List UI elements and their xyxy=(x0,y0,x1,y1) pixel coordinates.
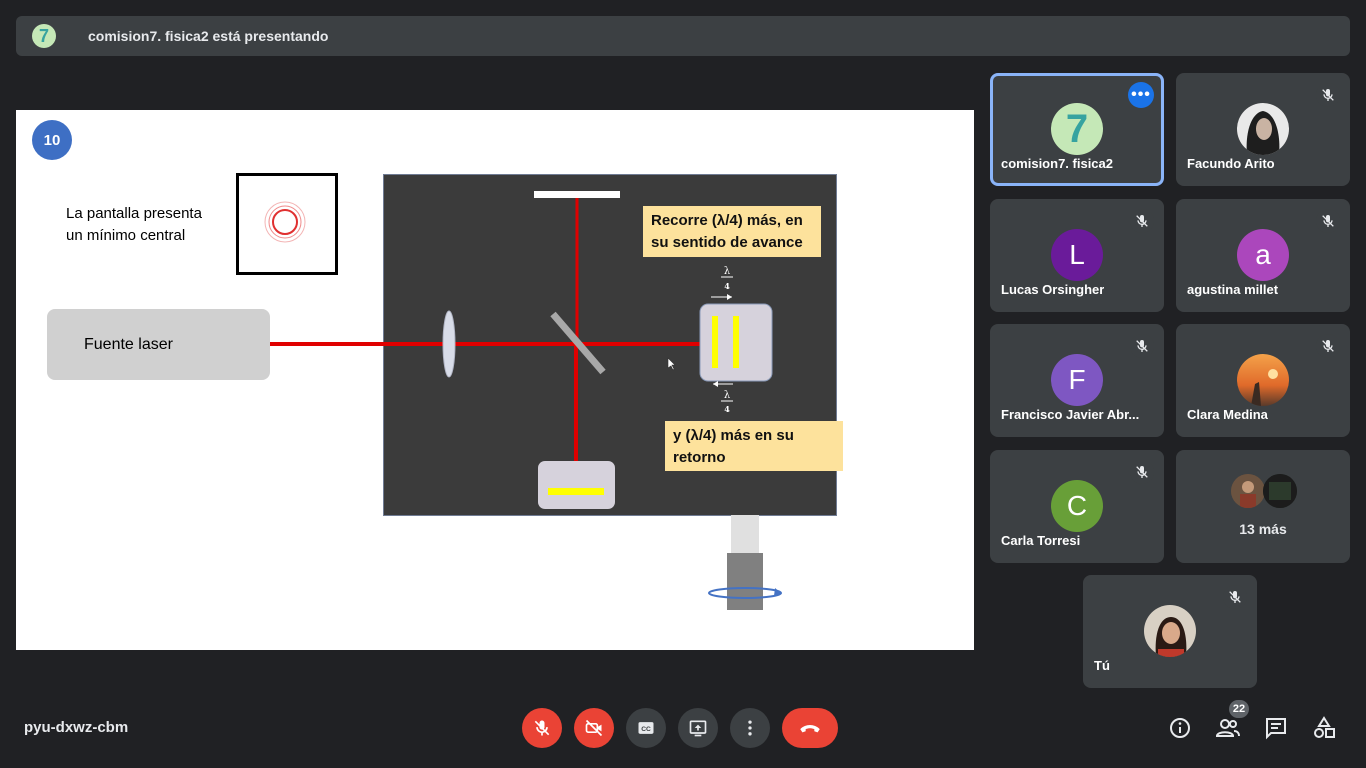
participant-tile-carla[interactable]: C Carla Torresi xyxy=(990,450,1164,563)
mic-off-icon xyxy=(1223,585,1247,609)
participant-name: agustina millet xyxy=(1187,282,1279,297)
bottom-mirror xyxy=(548,488,604,495)
lambda-bottom-den: 4 xyxy=(724,404,730,414)
lambda-top-num: λ xyxy=(724,266,731,277)
presenting-text: comision7. fisica2 está presentando xyxy=(88,28,329,44)
lambda-bottom-num: λ xyxy=(724,390,731,401)
participant-tile-agustina[interactable]: a agustina millet xyxy=(1176,199,1350,312)
participant-count-badge: 22 xyxy=(1229,700,1249,718)
top-mirror xyxy=(534,191,620,198)
participant-avatar: a xyxy=(1237,229,1289,281)
callout-return-line2: retorno xyxy=(673,449,726,466)
participant-tile-lucas[interactable]: L Lucas Orsingher xyxy=(990,199,1164,312)
mic-off-icon xyxy=(1130,460,1154,484)
participant-name: Francisco Javier Abr... xyxy=(1001,407,1140,422)
more-options-button[interactable] xyxy=(730,708,770,748)
mic-off-icon xyxy=(1130,334,1154,358)
self-tile[interactable]: Tú xyxy=(1083,575,1257,688)
lambda-top-den: 4 xyxy=(724,281,730,291)
mirror-position-2 xyxy=(733,316,739,368)
captions-button[interactable]: CC xyxy=(626,708,666,748)
participant-tile-facundo[interactable]: Facundo Arito xyxy=(1176,73,1350,186)
participant-tile-francisco[interactable]: F Francisco Javier Abr... xyxy=(990,324,1164,437)
activities-icon xyxy=(1314,716,1335,738)
participant-thumb-avatar xyxy=(1263,474,1297,508)
presenter-avatar: 7 xyxy=(32,24,56,48)
participant-avatar: 7 xyxy=(1051,103,1103,155)
present-now-button[interactable] xyxy=(678,708,718,748)
people-icon xyxy=(1215,719,1240,737)
callout-forward-line2: su sentido de avance xyxy=(651,234,803,251)
participant-name: Clara Medina xyxy=(1187,407,1268,422)
screw-knob xyxy=(727,553,763,610)
mirror-position-1 xyxy=(712,316,718,368)
hangup-icon xyxy=(800,725,820,733)
callout-forward: Recorre (λ/4) más, en su sentido de avan… xyxy=(643,206,821,257)
more-options-icon[interactable]: ••• xyxy=(1128,82,1154,108)
mouse-cursor xyxy=(667,357,676,371)
participant-tile-clara[interactable]: Clara Medina xyxy=(1176,324,1350,437)
chat-icon xyxy=(1266,718,1286,740)
participant-photo-avatar xyxy=(1237,103,1289,155)
participant-avatar: C xyxy=(1051,480,1103,532)
lens xyxy=(442,310,456,378)
info-icon xyxy=(1170,718,1190,738)
mic-off-icon xyxy=(1316,334,1340,358)
participant-name: Tú xyxy=(1094,658,1110,673)
chat-button[interactable] xyxy=(1260,712,1292,744)
bottom-mirror-box xyxy=(538,461,615,509)
meeting-code: pyu-dxwz-cbm xyxy=(24,719,129,736)
participant-photo-avatar xyxy=(1237,354,1289,406)
mic-off-icon xyxy=(1316,209,1340,233)
more-vert-icon xyxy=(748,720,752,736)
callout-return-line1: y (λ/4) más en su xyxy=(673,427,794,444)
more-participants-label: 13 más xyxy=(1239,521,1287,537)
mic-off-icon xyxy=(1316,83,1340,107)
meeting-details-button[interactable] xyxy=(1164,712,1196,744)
present-icon xyxy=(689,720,707,737)
participant-name: comision7. fisica2 xyxy=(1001,156,1113,171)
participant-name: Carla Torresi xyxy=(1001,533,1081,548)
camera-toggle-button[interactable] xyxy=(574,708,614,748)
leave-call-button[interactable] xyxy=(782,708,838,748)
participant-avatar: F xyxy=(1051,354,1103,406)
interferometer-diagram: λ 4 λ 4 xyxy=(270,191,782,610)
participant-tile-comision7[interactable]: 7 ••• comision7. fisica2 xyxy=(990,73,1164,186)
svg-text:CC: CC xyxy=(641,726,651,733)
participant-avatar: L xyxy=(1051,229,1103,281)
more-participants-tile[interactable]: 13 más xyxy=(1176,450,1350,563)
presentation-slide: 10 La pantalla presenta un mínimo centra… xyxy=(16,110,974,650)
callout-forward-line1: Recorre (λ/4) más, en xyxy=(651,212,803,229)
participant-thumb-avatar xyxy=(1231,474,1265,508)
activities-button[interactable] xyxy=(1308,712,1340,744)
callout-return: y (λ/4) más en su retorno xyxy=(665,421,843,471)
participant-name: Facundo Arito xyxy=(1187,156,1275,171)
participant-name: Lucas Orsingher xyxy=(1001,282,1105,297)
mic-off-icon xyxy=(1130,209,1154,233)
self-photo-avatar xyxy=(1144,605,1196,657)
camera-off-icon xyxy=(585,719,603,737)
mic-off-icon xyxy=(534,720,550,736)
captions-icon: CC xyxy=(638,722,654,734)
presenting-banner: 7 comision7. fisica2 está presentando xyxy=(16,16,1350,56)
screw-shaft xyxy=(731,515,759,553)
mic-toggle-button[interactable] xyxy=(522,708,562,748)
